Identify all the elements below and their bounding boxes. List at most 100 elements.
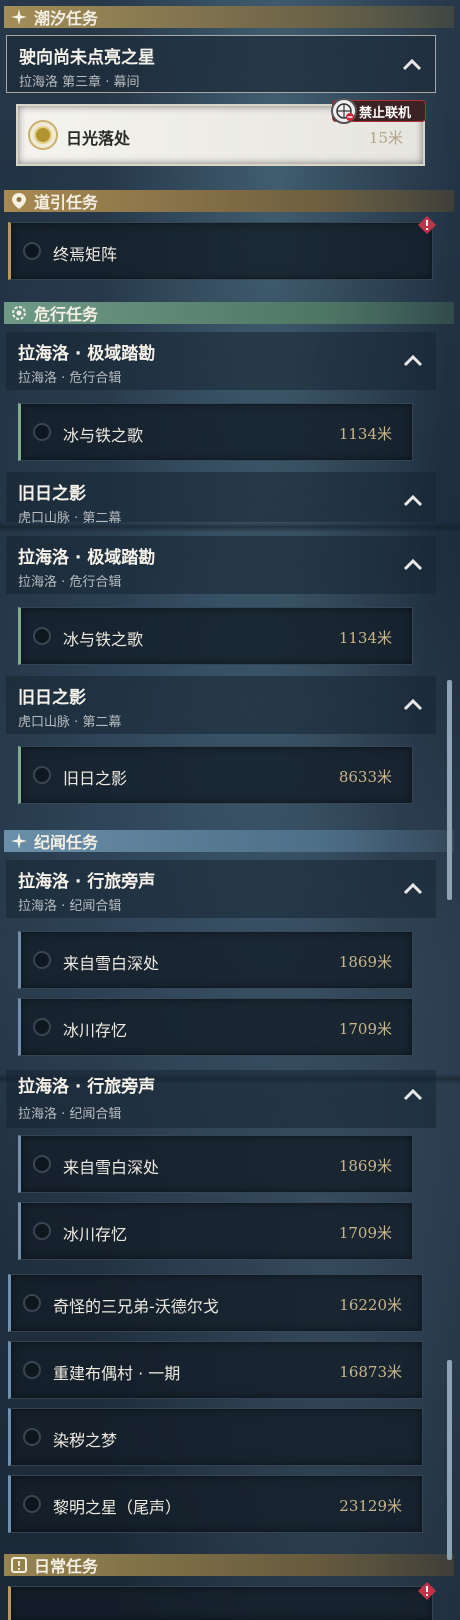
quest-item-distance: 1134米 [338, 629, 392, 647]
quest-group-subtitle: 拉海洛 · 危行合辑 [18, 371, 122, 386]
chevron-up-icon[interactable] [402, 1086, 424, 1104]
category-header-danger: 危行任务 [4, 302, 454, 324]
quest-item[interactable]: 重建布偶村 · 一期 16873米 [8, 1341, 423, 1399]
status-circle-icon [23, 1361, 41, 1379]
status-circle-icon [33, 1222, 51, 1240]
status-circle-icon [23, 242, 41, 260]
quest-group-title: 拉海洛 · 行旅旁声 [18, 872, 156, 892]
quest-item-distance: 16873米 [339, 1363, 402, 1381]
quest-item[interactable]: 冰与铁之歌 1134米 [18, 403, 413, 461]
chevron-up-icon[interactable] [402, 556, 424, 574]
category-header-story: 纪闻任务 [4, 830, 454, 852]
category-header-daily: 日常任务 [4, 1554, 454, 1576]
quest-group-subtitle: 拉海洛 · 纪闻合辑 [18, 1107, 122, 1122]
quest-group-subtitle: 拉海洛 · 纪闻合辑 [18, 899, 122, 914]
quest-item[interactable]: 来自雪白深处 1869米 [18, 1135, 413, 1193]
quest-item[interactable]: 终焉矩阵 [8, 222, 433, 280]
quest-item-name: 冰川存忆 [63, 1021, 128, 1040]
quest-item-distance: 1869米 [338, 1157, 392, 1175]
chevron-up-icon[interactable] [402, 352, 424, 370]
sparkle-icon [10, 8, 28, 26]
status-circle-icon [33, 951, 51, 969]
quest-group-subtitle: 拉海洛 · 危行合辑 [18, 575, 122, 590]
quest-item[interactable]: 染秽之梦 [8, 1408, 423, 1466]
warning-diamond-icon [418, 216, 436, 234]
category-label: 潮汐任务 [34, 9, 99, 28]
sparkle-icon [10, 832, 28, 850]
quest-group-tide[interactable]: 驶向尚未点亮之星 拉海洛 第三章 · 幕间 [6, 35, 436, 93]
quest-item-distance: 1709米 [338, 1020, 392, 1038]
status-circle-icon [23, 1495, 41, 1513]
quest-item-distance: 15米 [368, 129, 403, 147]
status-circle-icon [23, 1294, 41, 1312]
no-coop-badge: 禁止联机 [331, 98, 426, 124]
quest-item-distance: 16220米 [339, 1296, 402, 1314]
category-label: 日常任务 [34, 1557, 99, 1576]
warning-diamond-icon [418, 1582, 436, 1600]
quest-item-name: 冰与铁之歌 [63, 426, 144, 445]
quest-group-title: 驶向尚未点亮之星 [19, 48, 155, 68]
quest-item-name: 冰川存忆 [63, 1225, 128, 1244]
quest-item-distance: 8633米 [338, 768, 392, 786]
quest-item-name: 终焉矩阵 [53, 245, 118, 264]
scrollbar-thumb[interactable] [447, 680, 452, 900]
list-seam [0, 522, 460, 532]
status-circle-icon [23, 1428, 41, 1446]
quest-group-title: 拉海洛 · 极域踏勘 [18, 344, 156, 364]
quest-item-name: 来自雪白深处 [63, 1158, 160, 1177]
quest-item-partial[interactable] [8, 1586, 433, 1620]
status-circle-icon [33, 766, 51, 784]
quest-group-danger[interactable]: 旧日之影 虎口山脉 · 第二幕 [6, 472, 436, 526]
quest-item-name: 冰与铁之歌 [63, 630, 144, 649]
quest-item-name: 旧日之影 [63, 769, 128, 788]
category-label: 道引任务 [34, 193, 99, 212]
status-circle-icon [33, 1018, 51, 1036]
quest-group-title: 旧日之影 [18, 484, 86, 504]
status-circle-icon [33, 627, 51, 645]
quest-item[interactable]: 冰川存忆 1709米 [18, 1202, 413, 1260]
quest-group-danger[interactable]: 拉海洛 · 极域踏勘 拉海洛 · 危行合辑 [6, 536, 436, 594]
status-circle-icon [33, 1155, 51, 1173]
quest-item[interactable]: 来自雪白深处 1869米 [18, 931, 413, 989]
quest-item-name: 黎明之星（尾声） [53, 1498, 182, 1517]
quest-item-name: 奇怪的三兄弟-沃德尔戈 [53, 1297, 219, 1316]
category-header-guide: 道引任务 [4, 190, 454, 212]
status-circle-icon [33, 423, 51, 441]
quest-item-name: 重建布偶村 · 一期 [53, 1364, 181, 1383]
no-coop-icon [331, 98, 357, 124]
quest-item[interactable]: 黎明之星（尾声） 23129米 [8, 1475, 423, 1533]
quest-item-distance: 23129米 [339, 1497, 402, 1515]
chevron-up-icon[interactable] [402, 696, 424, 714]
quest-group-title: 旧日之影 [18, 688, 86, 708]
category-header-tide: 潮汐任务 [4, 6, 454, 28]
quest-group-subtitle: 拉海洛 第三章 · 幕间 [19, 75, 140, 90]
quest-group-danger[interactable]: 拉海洛 · 极域踏勘 拉海洛 · 危行合辑 [6, 332, 436, 390]
quest-group-story[interactable]: 拉海洛 · 行旅旁声 拉海洛 · 纪闻合辑 [6, 1070, 436, 1128]
quest-item-distance: 1709米 [338, 1224, 392, 1242]
quest-item[interactable]: 旧日之影 8633米 [18, 746, 413, 804]
quest-group-story[interactable]: 拉海洛 · 行旅旁声 拉海洛 · 纪闻合辑 [6, 860, 436, 918]
chevron-up-icon[interactable] [401, 56, 423, 74]
category-label: 纪闻任务 [34, 833, 99, 852]
quest-group-title: 拉海洛 · 极域踏勘 [18, 548, 156, 568]
danger-gear-icon [10, 304, 28, 322]
location-pin-icon [10, 192, 28, 210]
quest-group-title: 拉海洛 · 行旅旁声 [18, 1077, 156, 1097]
quest-item-name: 来自雪白深处 [63, 954, 160, 973]
quest-item[interactable]: 冰与铁之歌 1134米 [18, 607, 413, 665]
quest-item[interactable]: 冰川存忆 1709米 [18, 998, 413, 1056]
no-coop-label: 禁止联机 [359, 105, 412, 121]
quest-item-distance: 1134米 [338, 425, 392, 443]
quest-item[interactable]: 奇怪的三兄弟-沃德尔戈 16220米 [8, 1274, 423, 1332]
quest-item-distance: 1869米 [338, 953, 392, 971]
quest-group-subtitle: 虎口山脉 · 第二幕 [18, 715, 122, 730]
tracked-quest-icon [28, 120, 58, 150]
chevron-up-icon[interactable] [402, 492, 424, 510]
exclamation-box-icon [10, 1556, 28, 1574]
scrollbar-thumb[interactable] [447, 1360, 452, 1560]
quest-group-danger[interactable]: 旧日之影 虎口山脉 · 第二幕 [6, 676, 436, 734]
category-label: 危行任务 [34, 305, 99, 324]
quest-item-name: 染秽之梦 [53, 1431, 118, 1450]
chevron-up-icon[interactable] [402, 880, 424, 898]
quest-item-name: 日光落处 [66, 129, 131, 148]
